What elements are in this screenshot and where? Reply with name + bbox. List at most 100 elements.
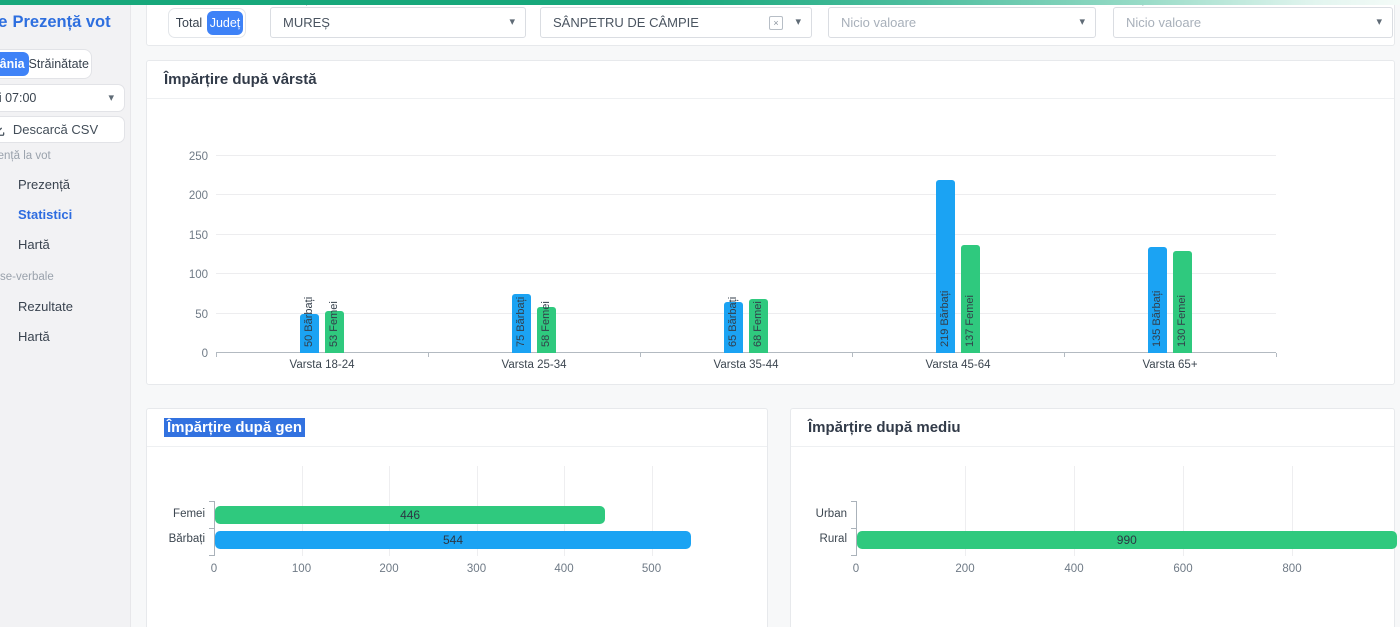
sidebar-item-harta-prezenta[interactable]: Hartă: [18, 237, 50, 252]
logo-fragment: e: [0, 12, 7, 32]
gridline-y-0: [216, 352, 1276, 353]
environment-chart-plot: 0200400600800UrbanRural990: [856, 501, 1396, 556]
x-axis-tick: [852, 353, 853, 357]
x-tick-label: 200: [379, 563, 398, 575]
chevron-down-icon: ▾: [108, 93, 114, 104]
x-tick-label: 800: [1282, 563, 1301, 575]
category-label: Femei: [135, 508, 205, 520]
sidebar-item-prezenta[interactable]: Prezență: [18, 177, 70, 192]
bar-label: 130 Femei: [1176, 295, 1189, 347]
category-axis-tick: [851, 501, 856, 502]
x-tick-label: 400: [1064, 563, 1083, 575]
x-category-label: Varsta 25-34: [428, 359, 640, 371]
bar-Bărbați[interactable]: 544: [215, 531, 691, 549]
uat-select[interactable]: SÂNPETRU DE CÂMPIE × ▾: [540, 7, 812, 38]
chevron-down-icon: ▾: [1376, 17, 1382, 28]
y-tick-label: 200: [164, 190, 208, 202]
progress-strip: [0, 0, 1400, 5]
x-tick-label: 100: [292, 563, 311, 575]
bar-label: 58 Femei: [540, 301, 553, 347]
bar-label: 219 Bărbați: [939, 291, 952, 347]
sidebar-item-rezultate[interactable]: Rezultate: [18, 299, 73, 314]
x-axis-tick: [640, 353, 641, 357]
sidebar-item-statistici[interactable]: Statistici: [18, 207, 72, 222]
x-category-label: Varsta 35-44: [640, 359, 852, 371]
y-tick-label: 0: [164, 348, 208, 360]
time-select-value: Luni 07:00: [0, 91, 36, 105]
bar-label: 53 Femei: [328, 301, 341, 347]
download-icon: [0, 123, 6, 137]
judet-select[interactable]: MUREȘ ▾: [270, 7, 526, 38]
page-title: Prezență vot: [12, 13, 110, 32]
x-category-label: Varsta 65+: [1064, 359, 1276, 371]
sectie-placeholder: Nicio valoare: [1126, 15, 1201, 30]
x-axis-tick: [216, 353, 217, 357]
nivel-total-button[interactable]: Total: [171, 11, 207, 35]
card-header: Împărțire după vârstă: [147, 61, 1394, 99]
clear-icon[interactable]: ×: [769, 16, 783, 30]
gridline-y-100: [216, 273, 1276, 274]
gender-chart-card: Împărțire după gen 0100200300400500Femei…: [146, 408, 768, 627]
localitate-select[interactable]: Nicio valoare ▾: [828, 7, 1096, 38]
download-csv-button[interactable]: Descarcă CSV: [0, 116, 125, 143]
card-header: Împărțire după mediu: [791, 409, 1394, 447]
age-chart-card: Împărțire după vârstă 0 50 100 150 200 250 50 …: [146, 60, 1395, 385]
category-axis-tick: [851, 555, 856, 556]
gender-chart-plot: 0100200300400500Femei446Bărbați544: [214, 501, 754, 556]
gridline-y-250: [216, 155, 1276, 156]
gridline-y-200: [216, 194, 1276, 195]
x-tick-label: 400: [554, 563, 573, 575]
x-tick-label: 500: [642, 563, 661, 575]
x-tick-label: 300: [467, 563, 486, 575]
y-tick-label: 150: [164, 230, 208, 242]
category-label: Urban: [777, 508, 847, 520]
chevron-down-icon: ▾: [1079, 17, 1085, 28]
time-select[interactable]: Luni 07:00 ▾: [0, 84, 125, 112]
category-label: Bărbați: [135, 533, 205, 545]
bar-label: 75 Bărbați: [515, 297, 528, 347]
download-csv-label: Descarcă CSV: [13, 122, 98, 137]
toggle-romania[interactable]: România: [0, 52, 29, 76]
bar-Femei[interactable]: 446: [215, 506, 605, 524]
y-tick-label: 100: [164, 269, 208, 281]
x-axis-tick: [1064, 353, 1065, 357]
x-tick-label: 200: [955, 563, 974, 575]
category-axis-tick: [851, 528, 856, 529]
x-axis-tick: [1276, 353, 1277, 357]
nivel-segmented-control: Total Județ: [168, 8, 246, 38]
bar-label: 135 Bărbați: [1151, 291, 1164, 347]
bar-label: 50 Bărbați: [303, 297, 316, 347]
y-tick-label: 50: [164, 309, 208, 321]
category-axis-tick: [209, 528, 214, 529]
sectie-select[interactable]: Nicio valoare ▾: [1113, 7, 1393, 38]
nav-section-prezenta-la-vot: Prezență la vot: [0, 150, 51, 162]
category-axis-tick: [209, 501, 214, 502]
bar-label: 68 Femei: [752, 301, 765, 347]
nivel-judet-button[interactable]: Județ: [207, 11, 243, 35]
category-axis-line: [856, 501, 857, 556]
selected-text: Împărțire după gen: [164, 418, 305, 437]
x-axis-tick: [428, 353, 429, 357]
sidebar: e Prezență vot România Străinătate Luni …: [0, 0, 131, 627]
x-tick-label: 0: [853, 563, 859, 575]
nav-section-procese-verbale: Procese-verbale: [0, 271, 54, 283]
y-tick-label: 250: [164, 151, 208, 163]
toggle-strainatate[interactable]: Străinătate: [29, 52, 90, 76]
localitate-placeholder: Nicio valoare: [841, 15, 916, 30]
bar-Rural[interactable]: 990: [857, 531, 1397, 549]
gender-chart-title: Împărțire după gen: [164, 419, 305, 436]
judet-select-value: MUREȘ: [283, 15, 330, 30]
age-chart-plot: 05010015020025050 Bărbați53 FemeiVarsta …: [216, 111, 1276, 353]
sidebar-item-harta-rezultate[interactable]: Hartă: [18, 329, 50, 344]
category-axis-tick: [209, 555, 214, 556]
sidebar-header: e Prezență vot: [0, 12, 111, 32]
chevron-down-icon: ▾: [795, 17, 801, 28]
value-label: 990: [1117, 533, 1137, 547]
page: e Prezență vot România Străinătate Luni …: [0, 0, 1400, 627]
environment-chart-title: Împărțire după mediu: [808, 419, 961, 436]
value-label: 544: [443, 533, 463, 547]
x-tick-label: 0: [211, 563, 217, 575]
country-toggle: România Străinătate: [0, 49, 92, 79]
category-label: Rural: [777, 533, 847, 545]
gridline-y-50: [216, 313, 1276, 314]
